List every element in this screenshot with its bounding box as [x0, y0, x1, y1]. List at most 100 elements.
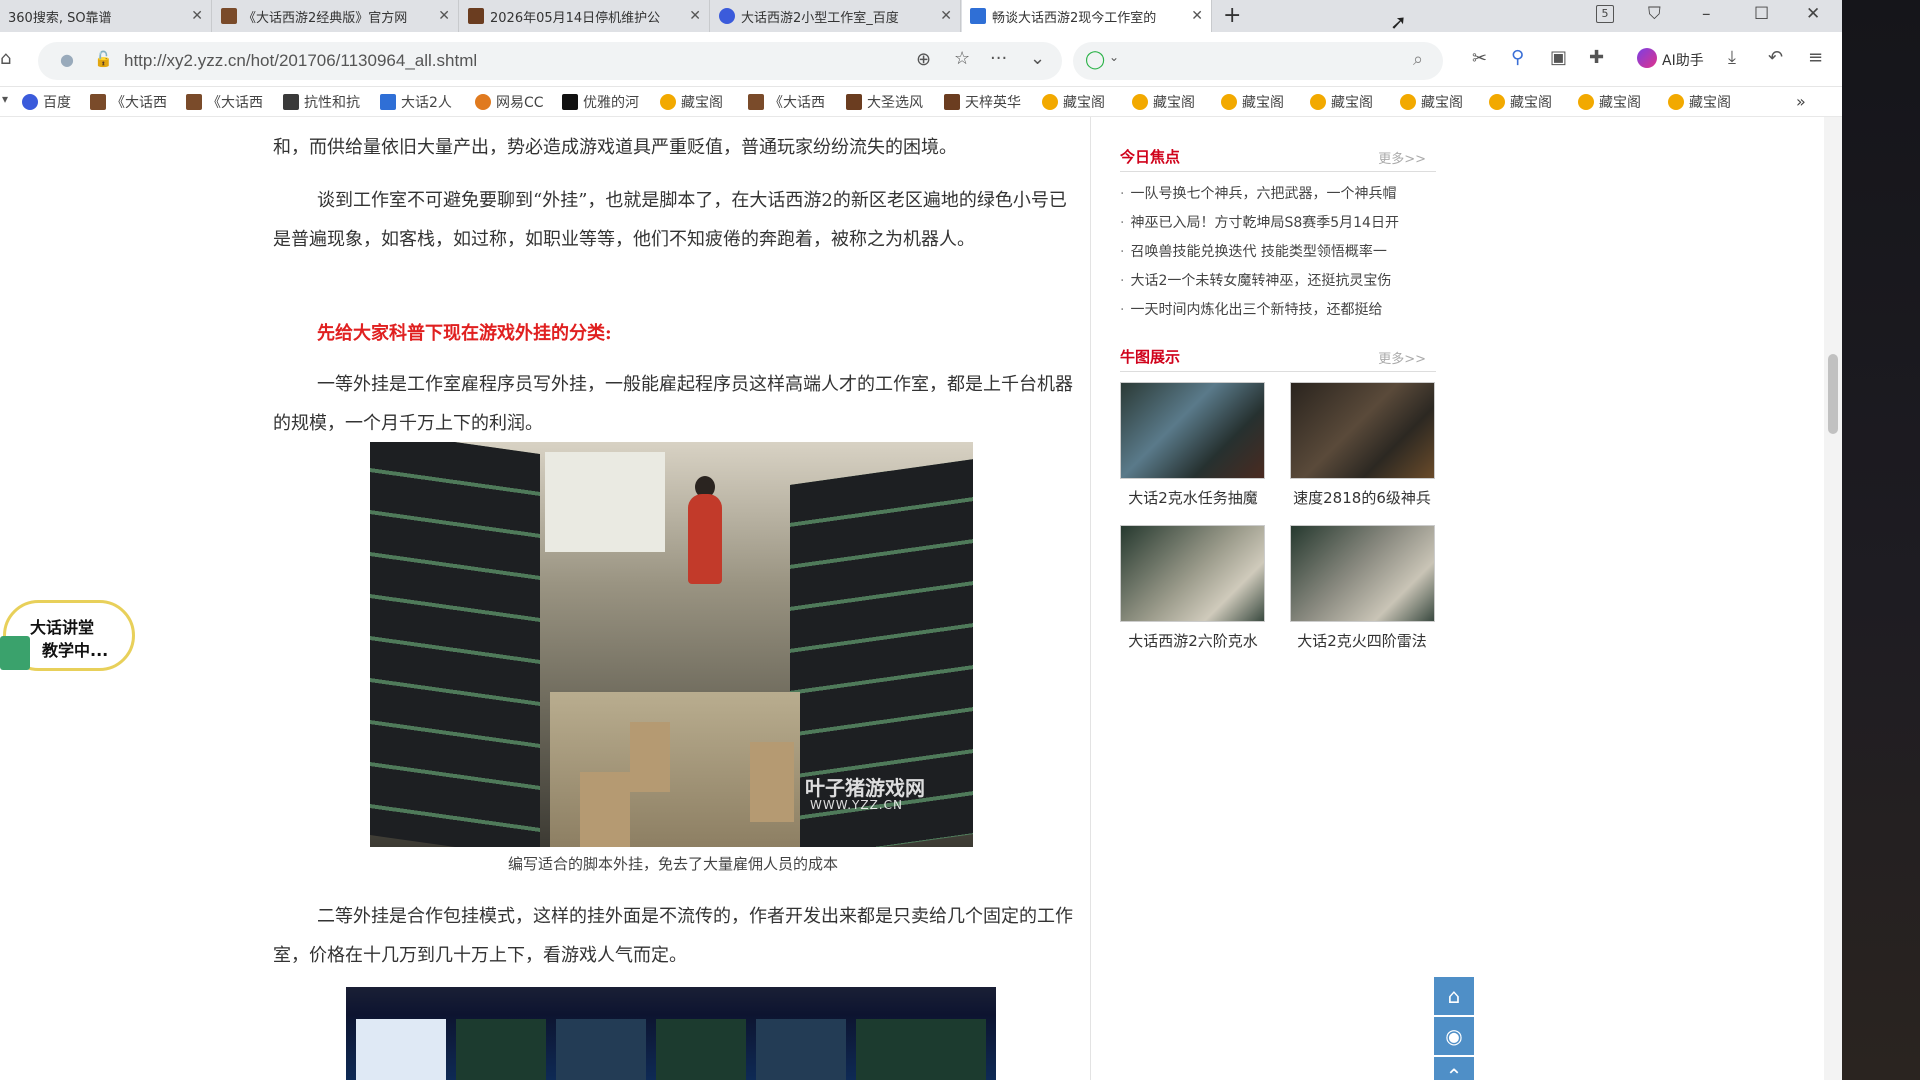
home-button[interactable]: ⌂ — [1434, 977, 1474, 1015]
screenshot-icon[interactable]: ▣ — [1550, 47, 1567, 68]
news-item[interactable]: · 大话2一个未转女魔转神巫，还挺抗灵宝伤 — [1120, 270, 1436, 290]
bookmark-item[interactable]: 藏宝阁 — [1489, 92, 1552, 112]
bookmark-baidu[interactable]: 百度 — [22, 92, 71, 112]
chevron-down-icon[interactable]: ⌄ — [1030, 48, 1045, 69]
bookmark-item[interactable]: 天梓英华 — [944, 92, 1021, 112]
bookmark-item[interactable]: 《大话西 — [748, 92, 825, 112]
gallery-caption[interactable]: 速度2818的6级神兵 — [1287, 487, 1437, 508]
vertical-scrollbar[interactable] — [1824, 117, 1842, 1080]
treasure-icon — [1400, 94, 1416, 110]
gallery-thumbnail[interactable] — [1120, 382, 1265, 479]
page-content: 和，而供给量依旧大量产出，势必造成游戏道具严重贬值，普通玩家纷纷流失的困境。 谈… — [0, 117, 1842, 1080]
undo-icon[interactable]: ↶ — [1768, 47, 1783, 68]
minimize-button[interactable]: – — [1702, 4, 1711, 24]
ai-assistant-label[interactable]: AI助手 — [1662, 50, 1704, 70]
article-image-monitors[interactable] — [346, 987, 996, 1080]
lock-icon[interactable]: 🔓 — [94, 50, 113, 68]
address-bar[interactable]: ● 🔓 http://xy2.yzz.cn/hot/201706/1130964… — [38, 42, 1062, 80]
location-icon[interactable]: ⊕ — [916, 49, 931, 70]
close-icon[interactable]: ✕ — [191, 8, 203, 24]
close-window-button[interactable]: ✕ — [1806, 4, 1820, 24]
bookmark-star-icon[interactable]: ☆ — [954, 48, 970, 69]
chevron-down-icon[interactable]: ⌄ — [1109, 50, 1119, 64]
book-icon[interactable] — [0, 636, 30, 670]
badge-line: 教学中... — [42, 641, 109, 660]
browser-window: 360搜索, SO靠谱 ✕ 《大话西游2经典版》官方网 ✕ 2026年05月14… — [0, 0, 1842, 1080]
bookmark-item[interactable]: 大圣选风 — [846, 92, 923, 112]
treasure-icon — [1489, 94, 1505, 110]
more-link[interactable]: 更多>> — [1378, 148, 1426, 167]
game-button[interactable]: ◉ — [1434, 1017, 1474, 1055]
menu-icon[interactable]: ≡ — [1808, 47, 1823, 68]
bookmark-item[interactable]: 《大话西 — [90, 92, 167, 112]
more-link[interactable]: 更多>> — [1378, 348, 1426, 367]
bookmark-item[interactable]: 藏宝阁 — [1310, 92, 1373, 112]
security-shield-icon[interactable]: ● — [60, 50, 74, 69]
ai-assistant-icon[interactable] — [1637, 48, 1657, 68]
bookmark-label: 藏宝阁 — [1599, 95, 1641, 111]
news-item-text[interactable]: 大话2一个未转女魔转神巫，还挺抗灵宝伤 — [1130, 273, 1391, 289]
news-item-text[interactable]: 召唤兽技能兑换迭代 技能类型领悟概率一 — [1130, 244, 1386, 260]
bookmark-item[interactable]: 藏宝阁 — [1042, 92, 1105, 112]
search-input[interactable]: ◯ ⌄ ⌕ — [1073, 42, 1443, 80]
article-image-computer-room[interactable]: 叶子猪游戏网 WWW.YZZ.CN — [370, 442, 973, 847]
more-options-icon[interactable]: ··· — [990, 48, 1007, 69]
bookmark-item[interactable]: 藏宝阁 — [660, 92, 723, 112]
news-item-text[interactable]: 一天时间内炼化出三个新特技，还都挺给 — [1130, 302, 1382, 318]
article-paragraph: 谈到工作室不可避免要聊到“外挂”，也就是脚本了，在大话西游2的新区老区遍地的绿色… — [273, 190, 1067, 250]
bookmark-item[interactable]: 藏宝阁 — [1578, 92, 1641, 112]
bookmark-label: 《大话西 — [207, 95, 263, 111]
news-item-text[interactable]: 一队号换七个神兵，六把武器，一个神兵帽 — [1130, 186, 1396, 202]
column-divider — [1090, 117, 1091, 1080]
download-icon[interactable]: ⤓ — [1728, 47, 1736, 68]
news-item[interactable]: · 召唤兽技能兑换迭代 技能类型领悟概率一 — [1120, 241, 1436, 261]
gallery-thumbnail[interactable] — [1120, 525, 1265, 622]
maximize-button[interactable]: ☐ — [1754, 4, 1769, 24]
mouse-cursor-icon: ➚ — [1390, 10, 1407, 34]
bookmark-item[interactable]: 《大话西 — [186, 92, 263, 112]
chevron-down-icon[interactable]: ▾ — [2, 92, 8, 106]
extensions-icon[interactable]: ✚ — [1589, 47, 1604, 68]
tab-official-site[interactable]: 《大话西游2经典版》官方网 ✕ — [213, 0, 459, 32]
bookmark-item[interactable]: 抗性和抗 — [283, 92, 360, 112]
bookmark-item[interactable]: 大话2人 — [380, 92, 452, 112]
news-item[interactable]: · 神巫已入局！方寸乾坤局S8赛季5月14日开 — [1120, 212, 1436, 232]
gallery-caption[interactable]: 大话2克水任务抽魔 — [1118, 487, 1268, 508]
bookmark-item[interactable]: 藏宝阁 — [1132, 92, 1195, 112]
worker-figure — [688, 494, 722, 584]
tab-baidu-search[interactable]: 大话西游2小型工作室_百度 ✕ — [711, 0, 961, 32]
close-icon[interactable]: ✕ — [689, 8, 701, 24]
bookmark-item[interactable]: 藏宝阁 — [1668, 92, 1731, 112]
url-text[interactable]: http://xy2.yzz.cn/hot/201706/1130964_all… — [124, 51, 477, 71]
new-tab-button[interactable]: + — [1223, 3, 1241, 28]
news-item-text[interactable]: 神巫已入局！方寸乾坤局S8赛季5月14日开 — [1130, 215, 1399, 231]
close-icon[interactable]: ✕ — [438, 8, 450, 24]
more-bookmarks-button[interactable]: » — [1796, 92, 1806, 111]
bookmark-item[interactable]: 藏宝阁 — [1221, 92, 1284, 112]
back-to-top-button[interactable]: ⌃ — [1434, 1057, 1474, 1080]
shirt-icon[interactable]: ⛉ — [1648, 4, 1661, 24]
bookmark-item[interactable]: 优雅的河 — [562, 92, 639, 112]
close-icon[interactable]: ✕ — [1191, 8, 1203, 24]
tab-current-article[interactable]: 畅谈大话西游2现今工作室的 ✕ — [962, 0, 1212, 32]
gallery-caption[interactable]: 大话2克火四阶雷法 — [1287, 630, 1437, 651]
bookmark-label: 藏宝阁 — [1421, 95, 1463, 111]
news-item[interactable]: · 一天时间内炼化出三个新特技，还都挺给 — [1120, 299, 1436, 319]
gallery-thumbnail[interactable] — [1290, 525, 1435, 622]
tab-360-search[interactable]: 360搜索, SO靠谱 ✕ — [0, 0, 212, 32]
bookmark-item[interactable]: 藏宝阁 — [1400, 92, 1463, 112]
home-icon[interactable]: ⌂ — [0, 48, 11, 69]
gallery-caption[interactable]: 大话西游2六阶克水 — [1118, 630, 1268, 651]
image-watermark: 叶子猪游戏网 — [805, 776, 925, 800]
close-icon[interactable]: ✕ — [940, 8, 952, 24]
gallery-thumbnail[interactable] — [1290, 382, 1435, 479]
bookmark-item[interactable]: 网易CC — [475, 92, 544, 112]
tab-count-badge[interactable]: 5 — [1596, 5, 1614, 23]
news-item[interactable]: · 一队号换七个神兵，六把武器，一个神兵帽 — [1120, 183, 1436, 203]
tab-maintenance[interactable]: 2026年05月14日停机维护公 ✕ — [460, 0, 710, 32]
360-search-icon: ◯ — [1085, 49, 1106, 70]
scrollbar-thumb[interactable] — [1828, 354, 1838, 434]
cut-icon[interactable]: ✂ — [1472, 48, 1487, 69]
magnifier-icon[interactable]: ⚲ — [1511, 47, 1524, 68]
search-icon[interactable]: ⌕ — [1413, 49, 1423, 70]
